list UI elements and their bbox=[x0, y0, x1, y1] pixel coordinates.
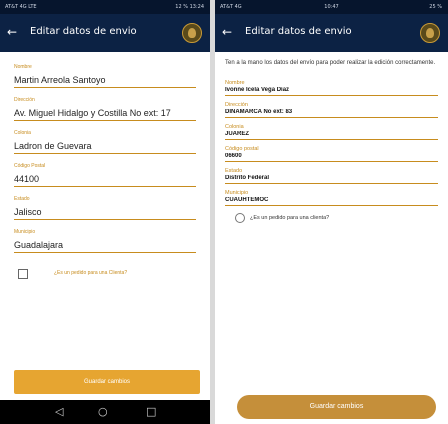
field-label: Dirección bbox=[14, 97, 35, 103]
field-colonia[interactable]: Colonia Ladron de Guevara bbox=[14, 130, 196, 154]
direccion-input[interactable]: DINAMARCA No ext: 83 bbox=[225, 109, 438, 118]
save-button[interactable]: Guardar cambios bbox=[237, 395, 436, 419]
field-label: Colonia bbox=[14, 130, 31, 136]
municipio-input[interactable]: CUAUHTEMOC bbox=[225, 197, 438, 206]
field-label: Nombre bbox=[225, 80, 245, 86]
field-estado[interactable]: Estado Jalisco bbox=[14, 196, 196, 220]
brand-logo-icon bbox=[420, 23, 440, 43]
field-label: Código Postal bbox=[14, 163, 46, 169]
nav-recent-icon[interactable]: □ bbox=[146, 405, 156, 418]
screen-ios: AT&T 4G 10:47 25 % ← Editar datos de env… bbox=[215, 0, 448, 424]
brand-logo-icon bbox=[182, 23, 202, 43]
field-label: Dirección bbox=[225, 102, 248, 108]
field-direccion[interactable]: Dirección Av. Miguel Hidalgo y Costilla … bbox=[14, 97, 196, 121]
field-codigo-postal[interactable]: Código postal 06600 bbox=[225, 146, 438, 162]
field-nombre[interactable]: Nombre Ivonne Icela Vega Díaz bbox=[225, 80, 438, 96]
clienta-radio-row[interactable]: ¿Es un pedido para una clienta? bbox=[225, 212, 438, 226]
status-bar: AT&T 4G 10:47 25 % bbox=[215, 0, 448, 14]
save-button[interactable]: Guardar cambios bbox=[14, 370, 200, 394]
field-label: Estado bbox=[225, 168, 243, 174]
field-label: Estado bbox=[14, 196, 30, 202]
nav-home-icon[interactable]: ○ bbox=[98, 405, 108, 418]
status-carrier: AT&T 4G LTE bbox=[5, 4, 37, 10]
field-colonia[interactable]: Colonia JUAREZ bbox=[225, 124, 438, 140]
nombre-input[interactable]: Ivonne Icela Vega Díaz bbox=[225, 87, 438, 96]
status-battery: 25 % bbox=[429, 4, 442, 10]
field-label: Código postal bbox=[225, 146, 259, 152]
field-estado[interactable]: Estado Distrito Federal bbox=[225, 168, 438, 184]
status-bar: AT&T 4G LTE 12 % 13:24 bbox=[0, 0, 210, 14]
app-bar: ← Editar datos de envio bbox=[215, 14, 448, 52]
nombre-input[interactable]: Martin Arreola Santoyo bbox=[14, 72, 196, 88]
app-bar: ← Editar datos de envio bbox=[0, 14, 210, 52]
field-direccion[interactable]: Dirección DINAMARCA No ext: 83 bbox=[225, 102, 438, 118]
field-label: Municipio bbox=[14, 229, 36, 235]
codigo-postal-input[interactable]: 44100 bbox=[14, 171, 196, 187]
clienta-checkbox-row[interactable]: ¿Es un pedido para una Clienta? bbox=[14, 267, 196, 283]
direccion-input[interactable]: Av. Miguel Hidalgo y Costilla No ext: 17 bbox=[14, 105, 196, 121]
estado-input[interactable]: Distrito Federal bbox=[225, 175, 438, 184]
colonia-input[interactable]: JUAREZ bbox=[225, 131, 438, 140]
codigo-postal-input[interactable]: 06600 bbox=[225, 153, 438, 162]
municipio-input[interactable]: Guadalajara bbox=[14, 237, 196, 253]
clienta-radio[interactable] bbox=[235, 213, 245, 223]
field-label: Municipio bbox=[225, 190, 249, 196]
page-title: Editar datos de envio bbox=[30, 26, 137, 37]
back-arrow-icon[interactable]: ← bbox=[222, 25, 232, 39]
field-municipio[interactable]: Municipio CUAUHTEMOC bbox=[225, 190, 438, 206]
intro-text: Ten a la mano los datos del envío para p… bbox=[225, 60, 436, 66]
field-label: Colonia bbox=[225, 124, 244, 130]
shipping-form: Nombre Martin Arreola Santoyo Dirección … bbox=[0, 52, 210, 283]
colonia-input[interactable]: Ladron de Guevara bbox=[14, 138, 196, 154]
screen-android: AT&T 4G LTE 12 % 13:24 ← Editar datos de… bbox=[0, 0, 210, 424]
nav-back-icon[interactable]: ◁ bbox=[55, 405, 63, 418]
status-right: 12 % 13:24 bbox=[175, 4, 204, 10]
status-time: 10:47 bbox=[324, 4, 339, 10]
shipping-form: Nombre Ivonne Icela Vega Díaz Dirección … bbox=[215, 80, 448, 226]
clienta-radio-label: ¿Es un pedido para una clienta? bbox=[250, 215, 330, 221]
field-codigo-postal[interactable]: Código Postal 44100 bbox=[14, 163, 196, 187]
clienta-checkbox[interactable] bbox=[18, 269, 28, 279]
clienta-checkbox-label: ¿Es un pedido para una Clienta? bbox=[54, 270, 128, 276]
page-title: Editar datos de envio bbox=[245, 26, 352, 37]
back-arrow-icon[interactable]: ← bbox=[7, 25, 17, 39]
estado-input[interactable]: Jalisco bbox=[14, 204, 196, 220]
android-nav-bar: ◁ ○ □ bbox=[0, 400, 210, 424]
field-label: Nombre bbox=[14, 64, 32, 70]
field-nombre[interactable]: Nombre Martin Arreola Santoyo bbox=[14, 64, 196, 88]
field-municipio[interactable]: Municipio Guadalajara bbox=[14, 229, 196, 253]
